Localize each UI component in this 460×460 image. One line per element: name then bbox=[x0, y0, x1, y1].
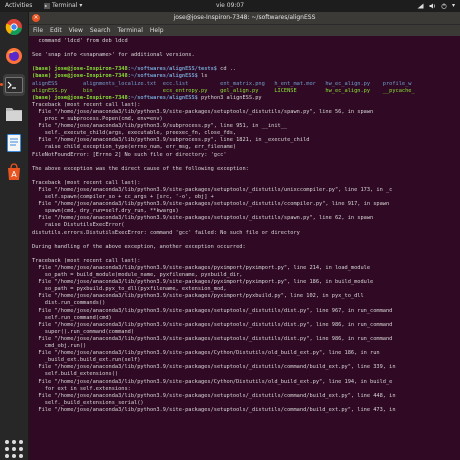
clock[interactable]: vie 09:07 bbox=[0, 0, 460, 12]
output-line: File "/home/jose/anaconda3/lib/python3.9… bbox=[32, 279, 374, 286]
menu-item-search[interactable]: Search bbox=[90, 25, 111, 36]
svg-text:A: A bbox=[11, 170, 17, 179]
menu-bar: File Edit View Search Terminal Help bbox=[29, 24, 460, 36]
output-line: Traceback (most recent call last): bbox=[32, 179, 141, 186]
output-line: alignESS alignments_localize.txt ecc.lis… bbox=[32, 80, 412, 87]
output-line: command 'ldcd' from deb ldcd bbox=[32, 38, 128, 44]
dock: A bbox=[0, 12, 29, 460]
command-text: ls bbox=[197, 73, 208, 80]
output-line: The above exception was the direct cause… bbox=[32, 165, 249, 172]
terminal-window: × jose@jose-Inspiron-7348: ~/softwares/a… bbox=[29, 12, 460, 460]
output-line: File "/home/jose/anaconda3/lib/python3.9… bbox=[32, 378, 393, 385]
window-titlebar[interactable]: × jose@jose-Inspiron-7348: ~/softwares/a… bbox=[29, 12, 460, 24]
terminal-output[interactable]: command 'ldcd' from deb ldcd See 'snap in… bbox=[29, 36, 460, 450]
output-line: File "/home/jose/anaconda3/lib/python3.9… bbox=[32, 123, 288, 130]
dock-terminal[interactable] bbox=[0, 74, 25, 96]
output-line: cmd_obj.run() bbox=[32, 343, 87, 350]
output-line: self.build_extensions() bbox=[32, 371, 119, 378]
prompt-user: (base) jose@jose-Inspiron-7348 bbox=[32, 73, 128, 80]
output-line: File "/home/jose/anaconda3/lib/python3.9… bbox=[32, 108, 374, 115]
output-line: raise child_exception_type(errno_num, er… bbox=[32, 144, 237, 151]
output-line: File "/home/jose/anaconda3/lib/python3.9… bbox=[32, 137, 310, 144]
output-line: During handling of the above exception, … bbox=[32, 243, 246, 250]
prompt-path: :~/softwares/alignESS/tests$ bbox=[127, 66, 217, 73]
command-text: python3 alignESS.py bbox=[197, 94, 262, 101]
system-tray[interactable]: ▾ bbox=[417, 0, 455, 12]
output-line: Traceback (most recent call last): bbox=[32, 257, 141, 264]
output-line: spawn(cmd, dry_run=self.dry_run, **kwarg… bbox=[32, 208, 179, 215]
command-text: cd .. bbox=[216, 66, 237, 73]
menu-item-file[interactable]: File bbox=[33, 25, 43, 36]
dock-firefox[interactable] bbox=[3, 45, 25, 67]
output-line: See 'snap info <snapname>' for additiona… bbox=[32, 52, 195, 59]
software-icon: A bbox=[8, 163, 20, 180]
chrome-icon bbox=[5, 19, 22, 36]
menu-item-help[interactable]: Help bbox=[150, 25, 164, 36]
prompt-line: (base) jose@jose-Inspiron-7348:~/softwar… bbox=[32, 95, 457, 102]
output-line: _build_ext.build_ext.run(self) bbox=[32, 357, 141, 364]
output-line: File "/home/jose/anaconda3/lib/python3.9… bbox=[32, 364, 396, 371]
window-title: jose@jose-Inspiron-7348: ~/softwares/ali… bbox=[173, 14, 316, 21]
menu-item-view[interactable]: View bbox=[69, 25, 83, 36]
firefox-icon bbox=[6, 48, 22, 64]
output-line: File "/home/jose/anaconda3/lib/python3.9… bbox=[32, 392, 396, 399]
terminal-icon bbox=[5, 77, 23, 93]
files-icon bbox=[6, 108, 22, 121]
output-line: so_path = pyxbuild.pyx_to_dll(pyxfilenam… bbox=[32, 286, 227, 293]
output-line: so_path = build_module(module_name, pyxf… bbox=[32, 272, 243, 279]
dock-chrome[interactable] bbox=[3, 16, 25, 38]
output-line: File "/home/jose/anaconda3/lib/python3.9… bbox=[32, 293, 364, 300]
top-panel: Activities Terminal ▾ vie 09:07 ▾ bbox=[0, 0, 460, 12]
prompt-path: :~/softwares/alignESS$ bbox=[127, 73, 198, 80]
output-line: proc = subprocess.Popen(cmd, env=env) bbox=[32, 116, 163, 123]
output-line: File "/home/jose/anaconda3/lib/python3.9… bbox=[32, 215, 374, 222]
prompt-line: (base) jose@jose-Inspiron-7348:~/softwar… bbox=[32, 73, 457, 80]
output-line: self._execute_child(args, executable, pr… bbox=[32, 130, 237, 137]
output-line: FileNotFoundError: [Errno 2] No such fil… bbox=[32, 151, 227, 158]
output-line: dist.run_commands() bbox=[32, 300, 106, 307]
output-line: File "/home/jose/anaconda3/lib/python3.9… bbox=[32, 350, 380, 357]
output-line: for ext in self.extensions: bbox=[32, 385, 131, 392]
prompt-user: (base) jose@jose-Inspiron-7348 bbox=[32, 66, 128, 73]
dock-files[interactable] bbox=[3, 103, 25, 125]
chevron-down-icon: ▾ bbox=[451, 2, 455, 9]
output-line: File "/home/jose/anaconda3/lib/python3.9… bbox=[32, 307, 393, 314]
output-line: File "/home/jose/anaconda3/lib/python3.9… bbox=[32, 265, 371, 271]
prompt-path: :~/softwares/alignESS$ bbox=[127, 94, 198, 101]
output-line: File "/home/jose/anaconda3/lib/python3.9… bbox=[32, 201, 390, 208]
menu-item-edit[interactable]: Edit bbox=[50, 25, 62, 36]
text-editor-icon bbox=[7, 134, 21, 152]
output-line: self._build_extensions_serial() bbox=[32, 399, 144, 406]
output-line: File "/home/jose/anaconda3/lib/python3.9… bbox=[32, 406, 396, 413]
show-applications-button[interactable] bbox=[5, 440, 23, 458]
volume-icon bbox=[429, 3, 436, 9]
dock-software[interactable]: A bbox=[3, 161, 25, 183]
output-line: distutils.errors.DistutilsExecError: com… bbox=[32, 229, 300, 236]
output-line: raise DistutilsExecError( bbox=[32, 222, 125, 229]
output-line: File "/home/jose/anaconda3/lib/python3.9… bbox=[32, 186, 393, 193]
output-line: super().run_command(command) bbox=[32, 328, 135, 335]
menu-item-terminal[interactable]: Terminal bbox=[118, 25, 143, 36]
output-line: self.spawn(compiler_so + cc_args + [src,… bbox=[32, 194, 214, 201]
output-line: Traceback (most recent call last): bbox=[32, 101, 141, 108]
dock-text-editor[interactable] bbox=[3, 132, 25, 154]
power-icon bbox=[441, 3, 447, 9]
network-icon bbox=[417, 3, 424, 9]
output-line: self.run_command(cmd) bbox=[32, 314, 112, 321]
output-line: File "/home/jose/anaconda3/lib/python3.9… bbox=[32, 335, 393, 342]
prompt-user: (base) jose@jose-Inspiron-7348 bbox=[32, 94, 128, 101]
output-line: File "/home/jose/anaconda3/lib/python3.9… bbox=[32, 321, 393, 328]
output-line: alignESS.py bin ecs_entropy.py gel_align… bbox=[32, 87, 415, 94]
